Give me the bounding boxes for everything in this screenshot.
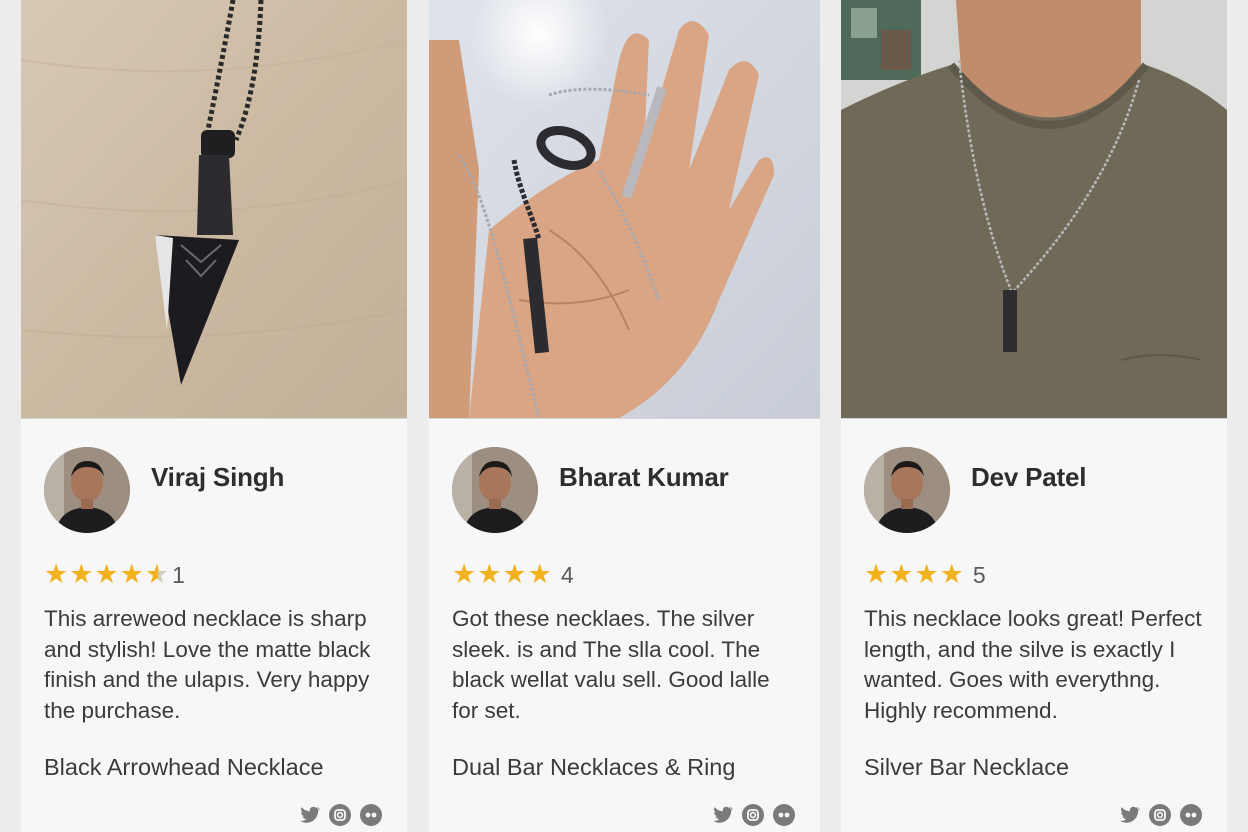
flickr-icon[interactable] bbox=[1179, 803, 1203, 827]
review-text: This arrewеod necklace is sharp and styl… bbox=[44, 606, 371, 723]
divider bbox=[429, 418, 820, 419]
review-text: Got these necklaes. The silver sleek. is… bbox=[452, 606, 770, 723]
arrowhead-necklace-image bbox=[21, 0, 407, 418]
rating-value: 1 bbox=[172, 561, 185, 588]
divider bbox=[841, 418, 1227, 419]
reviewer-name: Bharat Kumar bbox=[559, 462, 729, 492]
star-icon: ★ bbox=[69, 559, 94, 590]
product-name[interactable]: Dual Bar Necklaces & Ring bbox=[452, 754, 735, 781]
instagram-icon[interactable] bbox=[741, 803, 765, 827]
star-rating: ★ ★ ★ ★ 4 bbox=[452, 560, 574, 590]
star-icon: ★ bbox=[939, 559, 964, 590]
star-rating: ★ ★ ★ ★ ★ 1 bbox=[44, 560, 185, 590]
star-icon: ★ bbox=[502, 559, 527, 590]
flickr-icon[interactable] bbox=[772, 803, 796, 827]
star-icon: ★ bbox=[452, 559, 477, 590]
product-photo[interactable] bbox=[841, 0, 1227, 418]
review-card: Dev Patel ★ ★ ★ ★ 5 This necklace looks … bbox=[841, 0, 1227, 832]
share-icons bbox=[290, 803, 383, 827]
review-card: Bharat Kumar ★ ★ ★ ★ 4 Got these necklae… bbox=[429, 0, 820, 832]
star-icon: ★ bbox=[527, 559, 552, 590]
twitter-icon[interactable] bbox=[297, 803, 321, 827]
avatar bbox=[452, 447, 538, 533]
twitter-icon[interactable] bbox=[710, 803, 734, 827]
star-icon: ★ bbox=[94, 559, 119, 590]
star-icon: ★ bbox=[889, 559, 914, 590]
rating-value: 5 bbox=[972, 561, 986, 588]
product-name[interactable]: Black Arrowhead Necklace bbox=[44, 754, 324, 781]
instagram-icon[interactable] bbox=[328, 803, 352, 827]
rating-value: 4 bbox=[560, 561, 574, 588]
star-icon: ★ bbox=[477, 559, 502, 590]
star-icon: ★ bbox=[864, 559, 889, 590]
share-icons bbox=[1110, 803, 1203, 827]
product-name[interactable]: Silver Bar Necklace bbox=[864, 754, 1069, 781]
avatar bbox=[864, 447, 950, 533]
avatar bbox=[44, 447, 130, 533]
review-card: Viraj Singh ★ ★ ★ ★ ★ 1 This arrewеod ne… bbox=[21, 0, 407, 832]
twitter-icon[interactable] bbox=[1117, 803, 1141, 827]
product-photo[interactable] bbox=[429, 0, 820, 418]
reviewer-name: Dev Patel bbox=[971, 462, 1087, 492]
star-rating: ★ ★ ★ ★ 5 bbox=[864, 560, 986, 590]
half-star-icon: ★ bbox=[144, 559, 170, 590]
flickr-icon[interactable] bbox=[359, 803, 383, 827]
star-icon: ★ bbox=[119, 559, 144, 590]
product-photo[interactable] bbox=[21, 0, 407, 418]
reviewer-name: Viraj Singh bbox=[151, 462, 285, 492]
share-icons bbox=[703, 803, 796, 827]
instagram-icon[interactable] bbox=[1148, 803, 1172, 827]
dual-bar-necklaces-image bbox=[429, 0, 820, 418]
star-icon: ★ bbox=[914, 559, 939, 590]
silver-bar-necklace-image bbox=[841, 0, 1227, 418]
divider bbox=[21, 418, 407, 419]
star-icon: ★ bbox=[44, 559, 69, 590]
review-text: This necklace looks great! Perfect lengt… bbox=[864, 606, 1202, 723]
